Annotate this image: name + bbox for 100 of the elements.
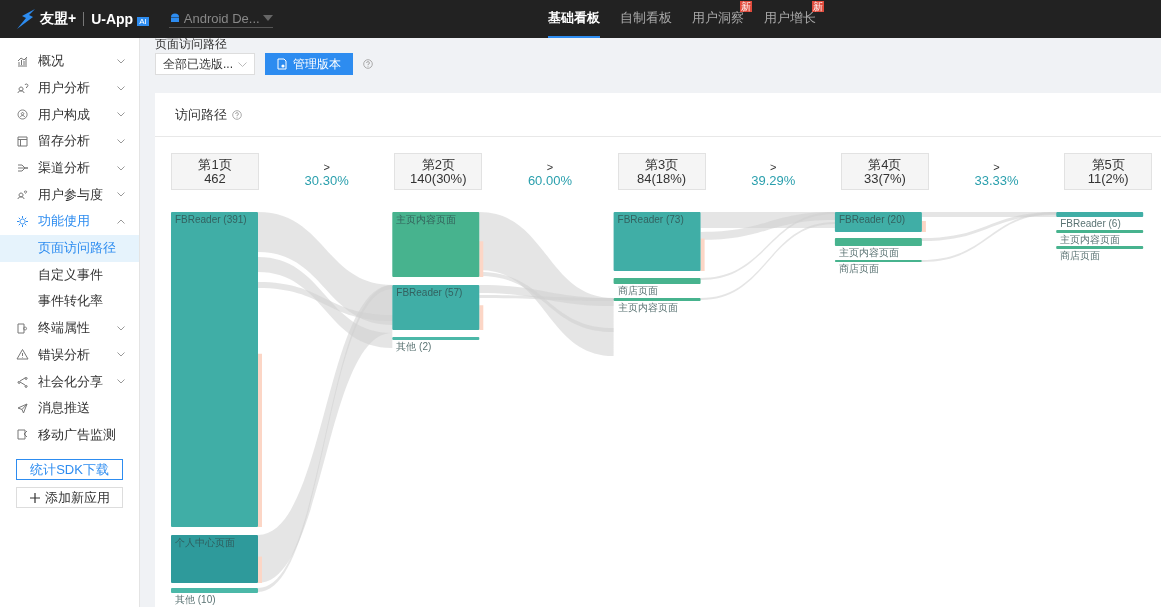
conversion-rate: 60.00% [527,173,572,188]
chevron-icon [117,325,125,331]
exit-bar [700,238,705,271]
sidebar-item[interactable]: 留存分析 [0,128,139,155]
node-label: FBReader (6) [1060,218,1121,229]
brand-name: 友盟+ [40,10,77,28]
sidebar-subitem[interactable]: 事件转化率 [0,288,139,315]
document-icon [277,58,287,70]
chevron-icon [238,61,247,67]
arrow-text: > [993,159,1000,174]
node-label: 主页内容页面 [1060,234,1121,245]
node-label: 主页内容页面 [838,247,899,258]
page-node[interactable] [613,298,701,301]
share-icon [16,375,29,389]
chevron-icon [117,218,125,224]
sidebar-item[interactable]: 移动广告监测 [0,421,139,449]
step-header: 第4页 33(7%) [840,153,929,190]
filter-icon [16,161,29,175]
card-title: 访问路径 [175,105,227,124]
conversion-rate: 39.29% [751,173,796,188]
send-icon [16,401,29,415]
chevron-icon [117,379,125,385]
help-icon [232,109,242,120]
chevron-icon [117,165,125,171]
person-icon [16,188,29,202]
page-title: 页面访问路径 [155,38,228,51]
node-label: FBReader (391) [175,214,247,225]
nav-tab[interactable]: 基础看板 [548,0,600,38]
page-node[interactable] [171,588,258,593]
page-node[interactable] [392,337,480,340]
page-node[interactable] [171,212,258,527]
chart-icon [16,54,29,68]
sidebar-item[interactable]: 用户参与度 [0,181,139,209]
calendar-icon [16,134,29,148]
step-header: 第1页 462 [171,153,259,190]
step-header: 第2页 140(30%) [394,153,483,190]
page-node[interactable] [613,212,701,271]
node-label: 主页内容页面 [617,302,678,313]
page-node[interactable] [392,212,480,277]
arrow-text: > [546,159,554,174]
sidebar-item[interactable]: 终端属性 [0,314,139,342]
page-node[interactable] [1056,230,1144,233]
version-select[interactable]: 全部已选版... [155,53,255,75]
node-label: 主页内容页面 [396,214,457,225]
profile-icon [16,108,29,122]
chevron-icon [117,192,125,198]
caret-icon [262,15,273,21]
ai-badge: AI [137,17,149,26]
help-icon [363,59,373,69]
sidebar-item[interactable]: 概况 [0,48,139,75]
node-label: 商店页面 [617,285,658,296]
node-label: FBReader (57) [396,287,463,298]
add-app-button[interactable]: 添加新应用 [16,487,123,509]
sidebar-item[interactable]: 错误分析 [0,341,139,369]
conversion-rate: 30.30% [304,173,349,188]
chevron-icon [117,352,125,358]
person-icon [16,81,29,95]
node-label: FBReader (73) [617,214,684,225]
plus-icon [29,492,40,503]
sidebar-item[interactable]: 渠道分析 [0,154,139,182]
sidebar-item[interactable]: 功能使用 [0,208,139,235]
page-node[interactable] [613,278,701,284]
device-icon [16,321,29,335]
gear-icon [16,214,29,228]
exit-bar [258,556,262,583]
arrow-text: > [323,159,330,174]
arrow-text: > [770,159,777,174]
chevron-icon [117,138,125,144]
page-node[interactable] [834,212,922,232]
page-node[interactable] [834,238,922,246]
sidebar-item[interactable]: 消息推送 [0,394,139,422]
chevron-icon [117,112,125,118]
logo-icon [16,8,36,30]
conversion-rate: 33.33% [974,173,1019,188]
step-header: 第3页 84(18%) [617,153,706,190]
app-selector[interactable]: Android De... [168,10,273,28]
nav-tab[interactable]: 自制看板 [620,0,672,38]
page-node[interactable] [1056,246,1144,249]
screen-icon [16,428,29,442]
node-label: 其他 (2) [396,341,432,352]
android-icon [168,12,181,24]
node-label: 商店页面 [838,263,879,274]
page-node[interactable] [392,285,480,330]
sdk-download-button[interactable]: 统计SDK下载 [16,459,123,481]
product-name: U-App [91,11,134,27]
chevron-icon [117,58,125,64]
exit-bar [921,221,926,232]
node-label: FBReader (20) [838,214,906,225]
chevron-icon [117,85,125,91]
sidebar-item[interactable]: 用户分析 [0,74,139,102]
sidebar-subitem[interactable]: 自定义事件 [0,261,139,289]
new-badge: 新 [740,1,752,12]
exit-bar [479,305,484,330]
page-node[interactable] [1056,212,1144,217]
sidebar-item[interactable]: 用户构成 [0,101,139,129]
exit-bar [479,241,484,277]
node-label: 商店页面 [1060,250,1101,261]
sidebar-item[interactable]: 社会化分享 [0,368,139,395]
step-header: 第5页 11(2%) [1064,153,1153,190]
page-node[interactable] [171,535,258,583]
